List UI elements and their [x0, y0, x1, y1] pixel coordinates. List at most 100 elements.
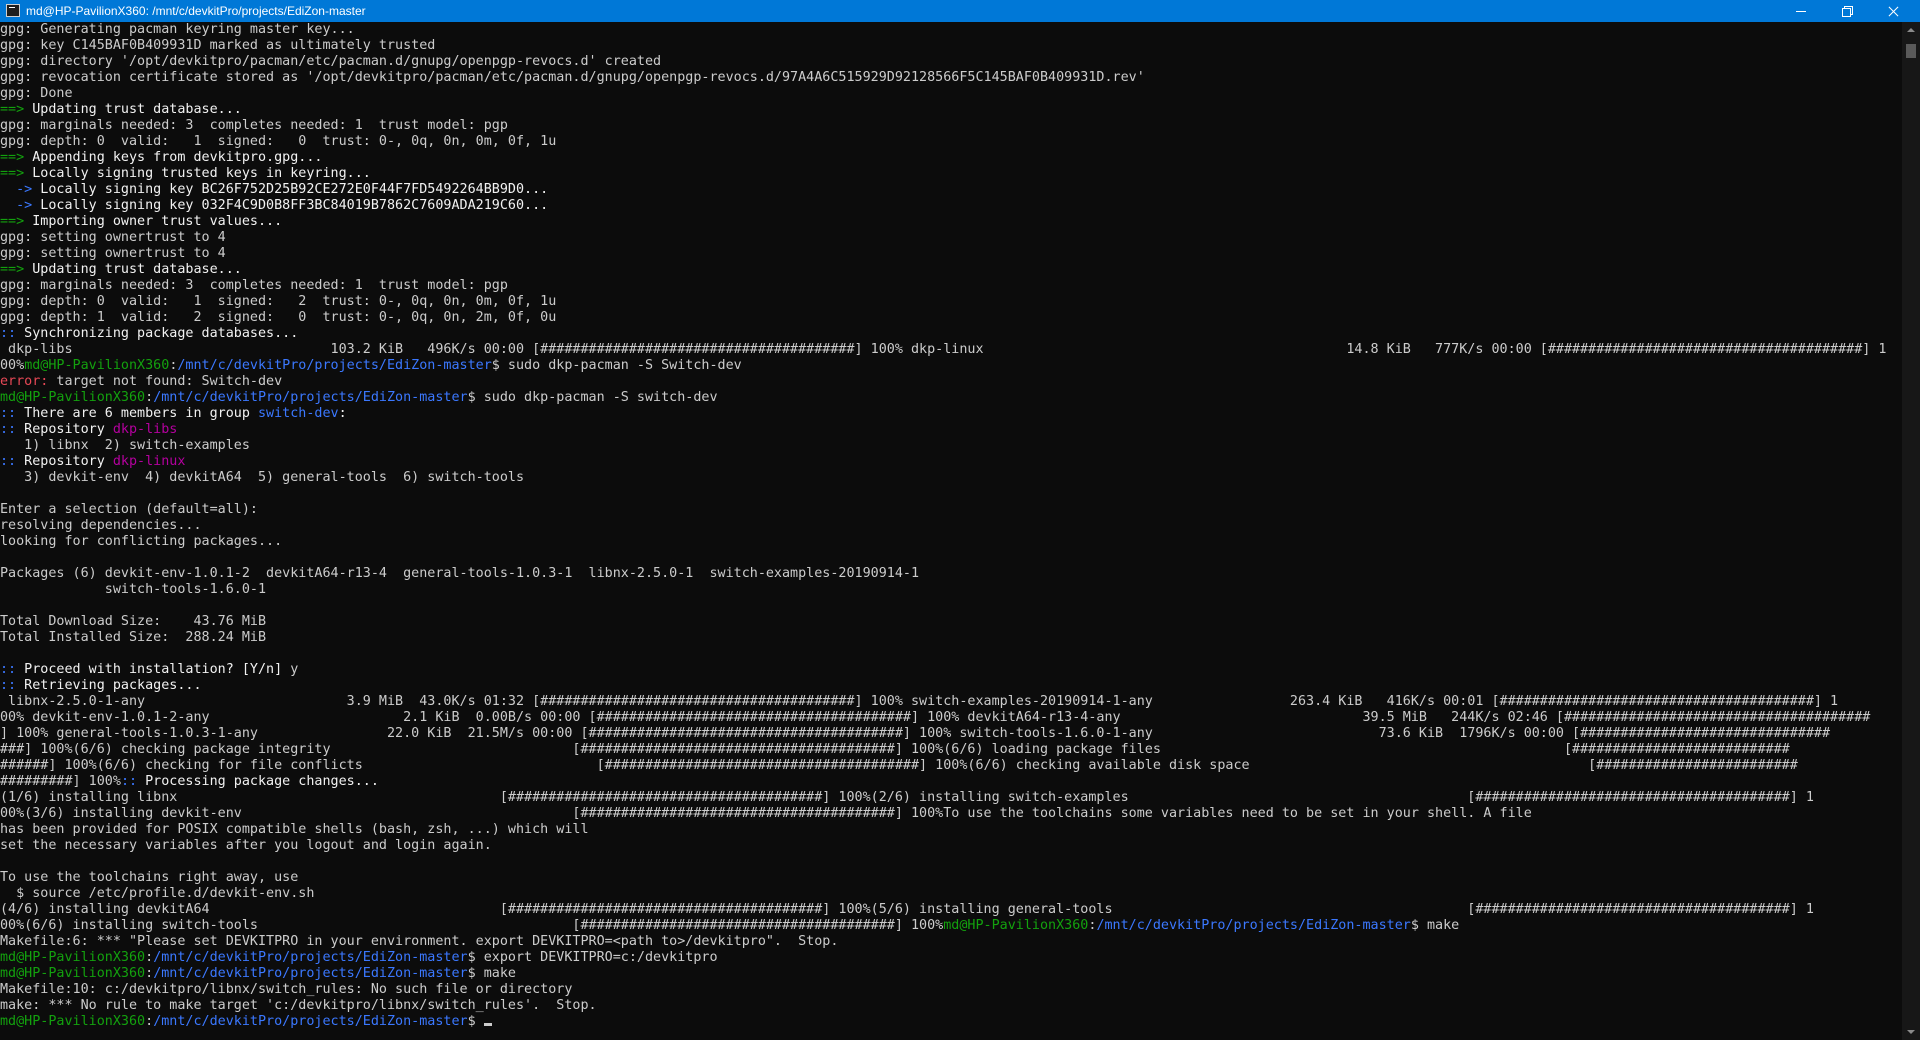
terminal-line: dkp-libs 103.2 KiB 496K/s 00:00 [#######… [0, 342, 1902, 358]
terminal-text-segment: make: *** No rule to make target 'c:/dev… [0, 998, 597, 1013]
terminal-line: md@HP-PavilionX360:/mnt/c/devkitPro/proj… [0, 1014, 1902, 1030]
terminal-line: Total Installed Size: 288.24 MiB [0, 630, 1902, 646]
terminal-text-segment: To use the toolchains right away, use [0, 870, 299, 885]
terminal-line: :: Retrieving packages... [0, 678, 1902, 694]
terminal-line: $ source /etc/profile.d/devkit-env.sh [0, 886, 1902, 902]
terminal-line: Makefile:10: c:/devkitpro/libnx/switch_r… [0, 982, 1902, 998]
terminal-line: gpg: setting ownertrust to 4 [0, 230, 1902, 246]
terminal-line: libnx-2.5.0-1-any 3.9 MiB 43.0K/s 01:32 … [0, 694, 1902, 710]
minimize-icon [1796, 10, 1806, 12]
terminal-text-segment: $ make [1410, 918, 1460, 933]
terminal-text-segment: has been provided for POSIX compatible s… [0, 822, 589, 837]
scroll-up-button[interactable] [1902, 22, 1920, 38]
terminal-app-icon [6, 4, 20, 17]
terminal-text-segment: ######] 100%(6/6) checking for file conf… [0, 758, 1798, 773]
terminal-line: 00%(3/6) installing devkit-env [########… [0, 806, 1902, 822]
terminal-text-segment: 3) devkit-env 4) devkitA64 5) general-to… [0, 470, 525, 485]
terminal-text-segment: target not found: Switch-dev [48, 374, 283, 389]
terminal-text-segment: 00% [0, 358, 25, 373]
terminal-text-segment: Synchronizing package databases... [16, 326, 299, 341]
terminal-text-segment: -> [0, 182, 33, 197]
terminal-text-segment: gpg: Done [0, 86, 73, 101]
terminal-text-segment: Total Download Size: 43.76 MiB [0, 614, 267, 629]
terminal-text-segment: gpg: marginals needed: 3 completes neede… [0, 278, 508, 293]
terminal-text-segment: /mnt/c/devkitPro/projects/EdiZon-master [153, 1014, 468, 1029]
terminal-line: md@HP-PavilionX360:/mnt/c/devkitPro/proj… [0, 390, 1902, 406]
terminal-line: looking for conflicting packages... [0, 534, 1902, 550]
terminal-text-segment: : [145, 1014, 154, 1029]
terminal-text-segment: :: [0, 422, 17, 437]
terminal-text-segment: /mnt/c/devkitPro/projects/EdiZon-master [177, 358, 492, 373]
terminal-line: ######] 100%(6/6) checking for file conf… [0, 758, 1902, 774]
terminal-line: gpg: depth: 0 valid: 1 signed: 2 trust: … [0, 294, 1902, 310]
terminal-text-segment: $ make [467, 966, 516, 981]
terminal-line: (1/6) installing libnx [################… [0, 790, 1902, 806]
terminal-text-segment: Total Installed Size: 288.24 MiB [0, 630, 267, 645]
terminal-text-segment: Appending keys from devkitpro.gpg... [24, 150, 323, 165]
terminal-line: make: *** No rule to make target 'c:/dev… [0, 998, 1902, 1014]
terminal-text-segment: gpg: Generating pacman keyring master ke… [0, 22, 355, 37]
scroll-down-arrow-icon [1907, 1030, 1915, 1034]
terminal-text-segment: switch-tools-1.6.0-1 [0, 582, 267, 597]
terminal-line: md@HP-PavilionX360:/mnt/c/devkitPro/proj… [0, 950, 1902, 966]
terminal-text-segment: md@HP-PavilionX360 [0, 966, 146, 981]
terminal-text-segment: error: [0, 374, 49, 389]
terminal-text-segment: (4/6) installing devkitA64 [############… [0, 902, 1814, 917]
terminal-text-segment: :: [0, 406, 17, 421]
terminal-text-segment: dkp-libs 103.2 KiB 496K/s 00:00 [#######… [0, 342, 1887, 357]
window-title: md@HP-PavilionX360: /mnt/c/devkitPro/pro… [26, 4, 366, 18]
terminal-text-segment: gpg: marginals needed: 3 completes neede… [0, 118, 508, 133]
restore-button[interactable] [1824, 0, 1870, 22]
terminal-line: set the necessary variables after you lo… [0, 838, 1902, 854]
terminal-text-segment: gpg: key C145BAF0B409931D marked as ulti… [0, 38, 436, 53]
terminal-text-segment: $ sudo dkp-pacman -S Switch-dev [491, 358, 742, 373]
terminal-text-segment: gpg: revocation certificate stored as '/… [0, 70, 1145, 85]
terminal-line: ==> Importing owner trust values... [0, 214, 1902, 230]
terminal-line: has been provided for POSIX compatible s… [0, 822, 1902, 838]
terminal-text-segment: :: [0, 662, 17, 677]
terminal-text-segment: ==> [0, 150, 25, 165]
terminal-line: Makefile:6: *** "Please set DEVKITPRO in… [0, 934, 1902, 950]
terminal-text-segment: md@HP-PavilionX360 [943, 918, 1089, 933]
terminal-line: gpg: revocation certificate stored as '/… [0, 70, 1902, 86]
terminal-text-segment: libnx-2.5.0-1-any 3.9 MiB 43.0K/s 01:32 … [0, 694, 1839, 709]
terminal-line: gpg: key C145BAF0B409931D marked as ulti… [0, 38, 1902, 54]
scrollbar-thumb[interactable] [1906, 44, 1916, 58]
minimize-button[interactable] [1778, 0, 1824, 22]
terminal-output[interactable]: gpg: Generating pacman keyring master ke… [0, 22, 1902, 1040]
terminal-text-segment: Locally signing trusted keys in keyring.… [24, 166, 371, 181]
terminal-line: ==> Updating trust database... [0, 262, 1902, 278]
terminal-text-segment: Retrieving packages... [16, 678, 202, 693]
terminal-text-segment: Makefile:6: *** "Please set DEVKITPRO in… [0, 934, 839, 949]
terminal-line: gpg: marginals needed: 3 completes neede… [0, 278, 1902, 294]
terminal-line: #########] 100%:: Processing package cha… [0, 774, 1902, 790]
terminal-text-segment: : [145, 390, 154, 405]
terminal-text-segment: $ export DEVKITPRO=c:/devkitpro [467, 950, 718, 965]
terminal-line: -> Locally signing key 032F4C9D0B8FF3BC8… [0, 198, 1902, 214]
terminal-line: ==> Appending keys from devkitpro.gpg... [0, 150, 1902, 166]
terminal-line: gpg: Generating pacman keyring master ke… [0, 22, 1902, 38]
terminal-text-segment: ] 100% general-tools-1.0.3-1-any 22.0 Ki… [0, 726, 1831, 741]
terminal-text-segment: :: [0, 678, 17, 693]
terminal-line: ] 100% general-tools-1.0.3-1-any 22.0 Ki… [0, 726, 1902, 742]
terminal-text-segment: /mnt/c/devkitPro/projects/EdiZon-master [153, 950, 468, 965]
terminal-line: :: There are 6 members in group switch-d… [0, 406, 1902, 422]
scroll-down-button[interactable] [1902, 1024, 1920, 1040]
terminal-text-segment: #########] 100% [0, 774, 121, 789]
terminal-text-segment: : [145, 950, 154, 965]
terminal-text-segment: Repository [16, 422, 113, 437]
terminal-text-segment: Updating trust database... [24, 102, 242, 117]
terminal-window: md@HP-PavilionX360: /mnt/c/devkitPro/pro… [0, 0, 1920, 1040]
terminal-text-segment: There are 6 members in group [16, 406, 258, 421]
terminal-text-segment: Enter a selection (default=all): [0, 502, 258, 517]
terminal-text-segment: -> [0, 198, 33, 213]
terminal-line: gpg: setting ownertrust to 4 [0, 246, 1902, 262]
terminal-text-segment: (1/6) installing libnx [################… [0, 790, 1814, 805]
terminal-text-segment: /mnt/c/devkitPro/projects/EdiZon-master [1096, 918, 1411, 933]
terminal-line: md@HP-PavilionX360:/mnt/c/devkitPro/proj… [0, 966, 1902, 982]
title-bar[interactable]: md@HP-PavilionX360: /mnt/c/devkitPro/pro… [0, 0, 1920, 22]
close-button[interactable] [1870, 0, 1916, 22]
vertical-scrollbar[interactable] [1902, 22, 1920, 1040]
